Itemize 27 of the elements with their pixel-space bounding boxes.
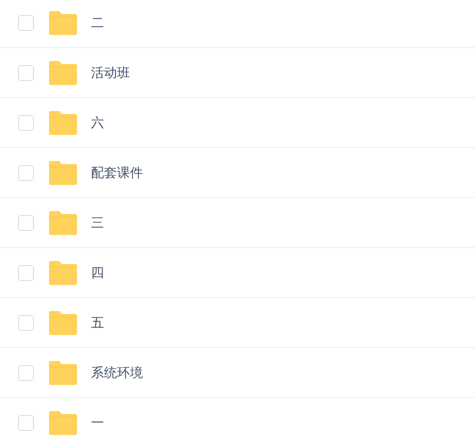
folder-icon [48, 360, 78, 384]
checkbox[interactable] [18, 264, 34, 280]
folder-name[interactable]: 三 [91, 214, 104, 232]
folder-icon [48, 410, 78, 434]
folder-name[interactable]: 一 [91, 414, 104, 432]
folder-name[interactable]: 五 [91, 314, 104, 332]
checkbox[interactable] [18, 414, 34, 430]
folder-icon [48, 210, 78, 234]
checkbox[interactable] [18, 14, 34, 30]
checkbox[interactable] [18, 364, 34, 380]
folder-name[interactable]: 四 [91, 264, 104, 282]
folder-name[interactable]: 系统环境 [91, 364, 143, 382]
folder-name[interactable]: 六 [91, 114, 104, 132]
folder-icon [48, 10, 78, 34]
folder-icon [48, 60, 78, 84]
folder-icon [48, 110, 78, 134]
folder-icon [48, 260, 78, 284]
checkbox[interactable] [18, 214, 34, 230]
folder-name[interactable]: 活动班 [91, 64, 130, 82]
folder-icon [48, 310, 78, 334]
checkbox[interactable] [18, 114, 34, 130]
checkbox[interactable] [18, 314, 34, 330]
checkbox[interactable] [18, 164, 34, 180]
folder-name[interactable]: 配套课件 [91, 164, 143, 182]
folder-name[interactable]: 二 [91, 14, 104, 32]
folder-icon [48, 160, 78, 184]
checkbox[interactable] [18, 64, 34, 80]
